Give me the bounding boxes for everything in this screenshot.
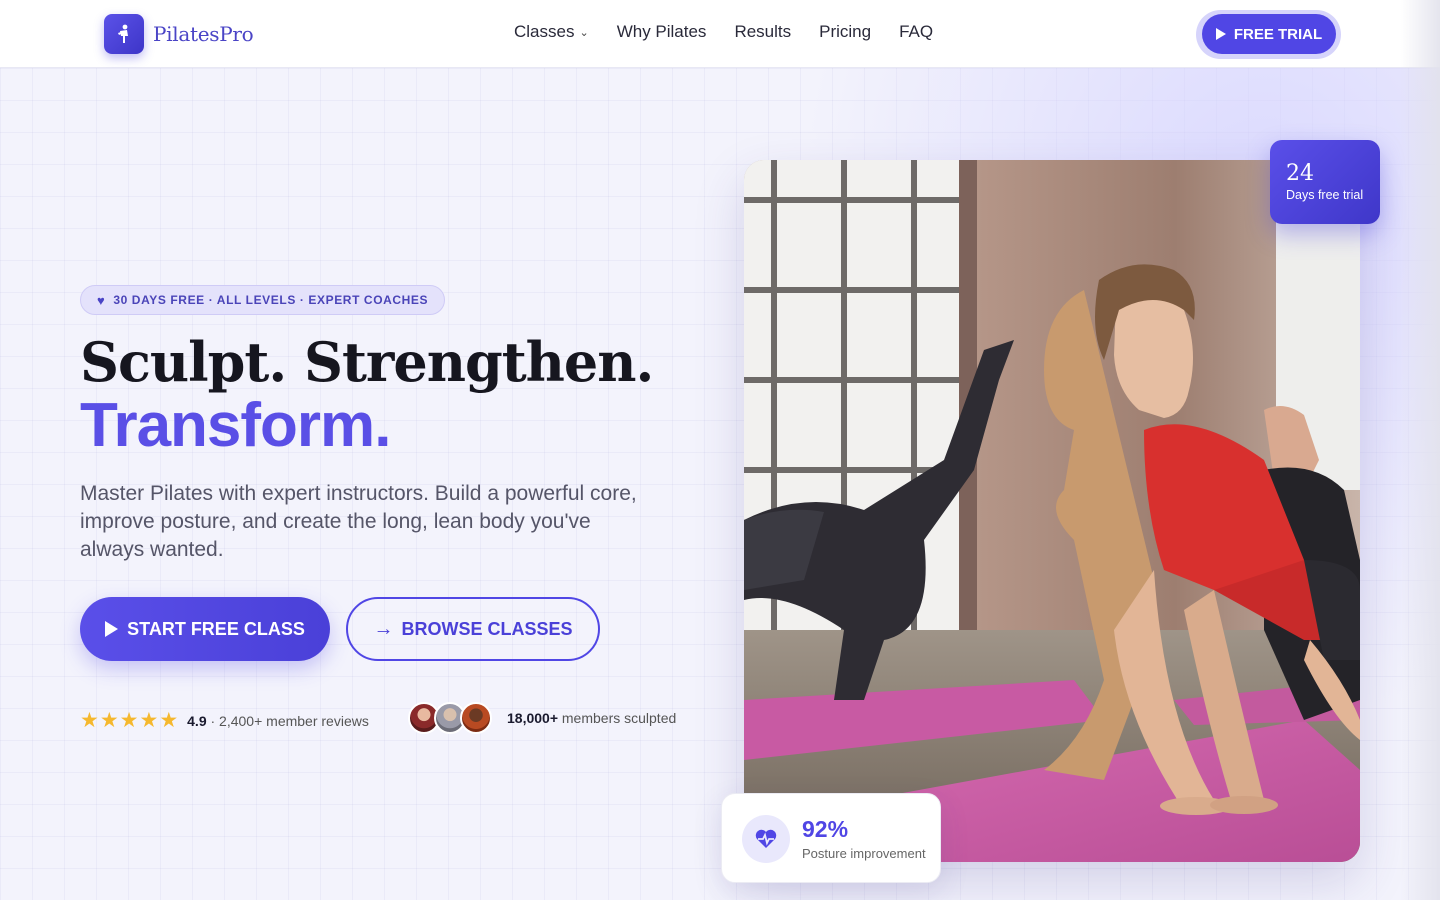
- free-trial-label: FREE TRIAL: [1233, 25, 1323, 43]
- star-icon: ★: [139, 709, 159, 732]
- nav-link-classes[interactable]: Classes ⌄: [514, 22, 589, 42]
- hero-photo: [744, 160, 1360, 862]
- heart-icon: ♥: [97, 292, 106, 308]
- free-trial-days-card: 24 Days free trial: [1270, 140, 1380, 224]
- hero-badge: ♥ 30 DAYS FREE · ALL LEVELS · EXPERT COA…: [80, 285, 446, 315]
- start-free-class-label: START FREE CLASS: [127, 618, 305, 639]
- browse-classes-button[interactable]: → BROWSE CLASSES: [346, 597, 600, 661]
- hero-title-line1: Sculpt. Strengthen.: [80, 330, 654, 394]
- stat-label: Posture improvement: [802, 846, 926, 861]
- members-count: 18,000+: [507, 710, 558, 726]
- pilates-class-photo: [744, 160, 1360, 862]
- avatar: [460, 702, 492, 734]
- heartbeat-icon: [742, 815, 790, 863]
- hero-badge-text: 30 DAYS FREE · ALL LEVELS · EXPERT COACH…: [113, 293, 429, 307]
- days-label: Days free trial: [1286, 188, 1364, 202]
- brand-logo[interactable]: PilatesPro: [104, 14, 254, 54]
- brand-name: PilatesPro: [153, 22, 254, 46]
- play-icon: [1215, 28, 1226, 40]
- free-trial-button[interactable]: FREE TRIAL: [1202, 14, 1336, 54]
- nav-link-label: Classes: [514, 22, 575, 41]
- browse-classes-label: BROWSE CLASSES: [401, 618, 573, 639]
- nav-links: Classes ⌄ Why Pilates Results Pricing FA…: [514, 22, 961, 42]
- star-icon: ★: [80, 709, 99, 732]
- figure-icon: [104, 14, 144, 54]
- nav-link-faq[interactable]: FAQ: [899, 22, 933, 42]
- hero-section: ♥ 30 DAYS FREE · ALL LEVELS · EXPERT COA…: [0, 68, 1440, 900]
- nav-link-why-pilates[interactable]: Why Pilates: [617, 22, 707, 42]
- rating-text: 4.9 · 2,400+ member reviews: [187, 713, 369, 729]
- star-icon: ★: [119, 709, 139, 732]
- stat-value: 92%: [802, 816, 849, 842]
- start-free-class-button[interactable]: START FREE CLASS: [80, 597, 330, 661]
- nav-link-results[interactable]: Results: [734, 22, 791, 42]
- posture-stat-card: 92% Posture improvement: [721, 793, 941, 883]
- chevron-down-icon: ⌄: [579, 26, 589, 39]
- top-navigation: PilatesPro Classes ⌄ Why Pilates Results…: [0, 0, 1440, 68]
- arrow-right-icon: →: [373, 617, 394, 640]
- star-icon: ★: [99, 709, 119, 732]
- members-label: members sculpted: [558, 710, 677, 726]
- scrollbar-edge: [1400, 0, 1440, 900]
- days-value: 24: [1286, 161, 1314, 186]
- star-icon: ★: [159, 709, 179, 732]
- hero-lead-text: Master Pilates with expert instructors. …: [80, 482, 637, 561]
- member-avatars: [408, 702, 492, 734]
- rating-value: 4.9: [187, 712, 207, 729]
- nav-link-pricing[interactable]: Pricing: [819, 22, 871, 42]
- rating-row: ★ ★ ★ ★ ★ 4.9 · 2,400+ member reviews: [80, 708, 369, 733]
- play-icon: [105, 621, 119, 637]
- members-text: 18,000+ members sculpted: [507, 710, 676, 726]
- hero-title-line2: Transform.: [80, 391, 391, 460]
- rating-reviews: · 2,400+ member reviews: [206, 712, 369, 729]
